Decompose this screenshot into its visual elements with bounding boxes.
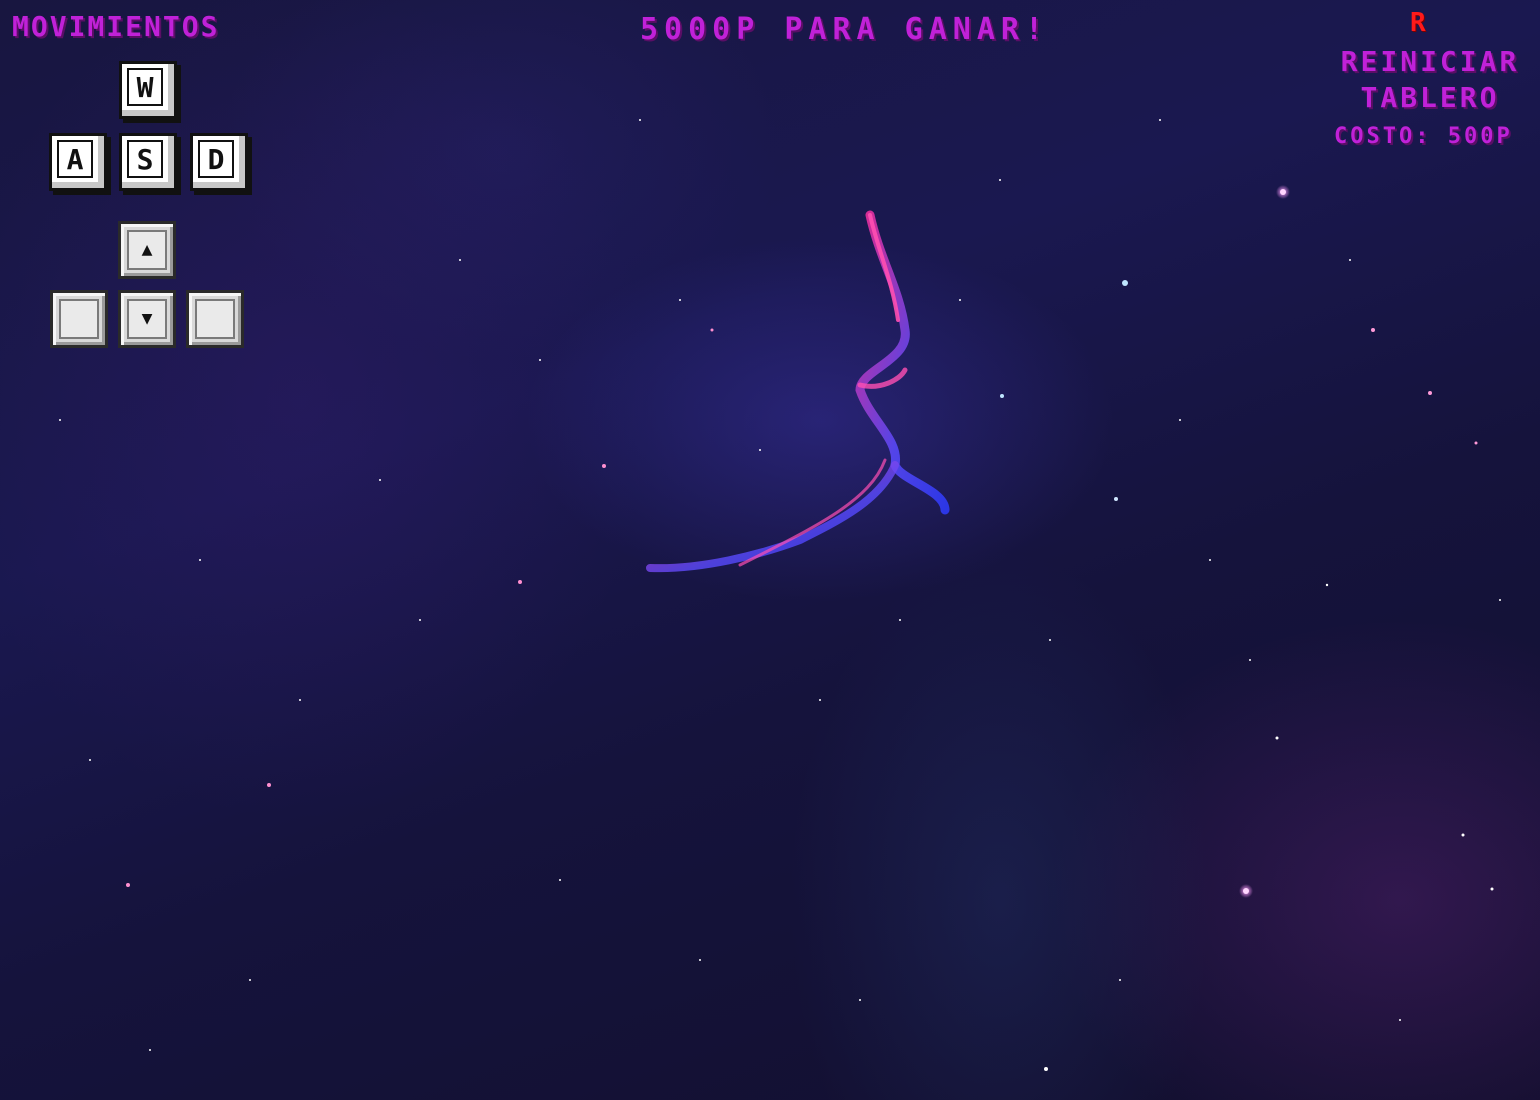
reset-board-button[interactable]: REINICIAR TABLERO	[1320, 44, 1540, 116]
key-a-label: A	[57, 140, 93, 178]
key-arrow-up[interactable]: ▲	[118, 221, 176, 279]
arrow-down-icon: ▼	[127, 299, 167, 339]
star-field	[59, 119, 1501, 1071]
key-arrow-right[interactable]	[186, 290, 244, 348]
key-s[interactable]: S	[119, 133, 177, 191]
key-d-label: D	[198, 140, 234, 178]
key-arrow-left[interactable]	[50, 290, 108, 348]
reset-key-label: R	[1410, 8, 1426, 38]
controls-title: MOVIMIENTOS	[12, 10, 220, 43]
nebula-streak	[646, 210, 950, 573]
key-arrow-down[interactable]: ▼	[118, 290, 176, 348]
key-d[interactable]: D	[190, 133, 248, 191]
reset-label-line2: TABLERO	[1360, 81, 1500, 114]
arrow-left-key-face	[59, 299, 99, 339]
key-a[interactable]: A	[49, 133, 107, 191]
goal-text: 5000p PARA GANAR!	[640, 12, 1050, 47]
reset-cost-text: COSTO: 500P	[1334, 124, 1513, 149]
key-s-label: S	[127, 140, 163, 178]
key-w[interactable]: W	[119, 61, 177, 119]
key-w-label: W	[127, 68, 163, 106]
arrow-right-key-face	[195, 299, 235, 339]
reset-label-line1: REINICIAR	[1340, 45, 1520, 78]
arrow-up-icon: ▲	[127, 230, 167, 270]
